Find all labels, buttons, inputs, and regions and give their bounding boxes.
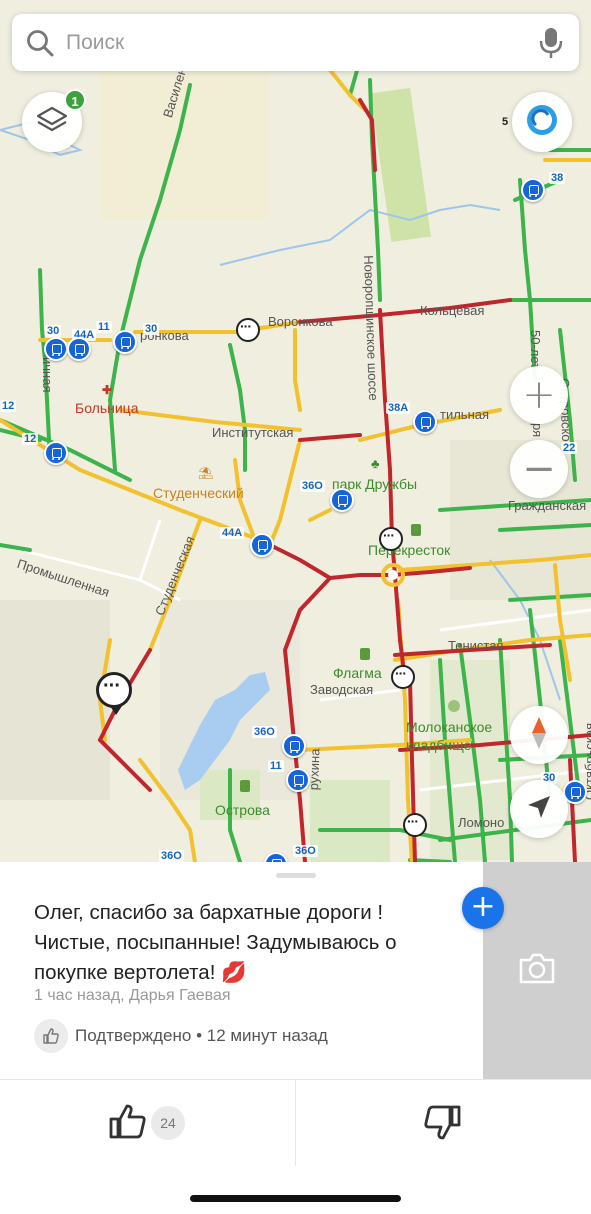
street-zavodskaya: Заводская xyxy=(310,682,374,697)
screen: Василенко Воронкова ронкова Кольцевая Но… xyxy=(0,0,591,1214)
poi-hospital[interactable]: Больница xyxy=(75,400,139,416)
poi-flagman[interactable]: Флагма xyxy=(333,665,382,681)
route-label: 12 xyxy=(0,400,17,412)
bus-stop-icon[interactable] xyxy=(413,410,437,434)
compass-button[interactable] xyxy=(510,706,568,764)
street-ya-suffix: ря xyxy=(530,423,545,438)
search-icon xyxy=(26,29,54,57)
add-comment-button[interactable]: + xyxy=(462,887,504,929)
route-label: 30 xyxy=(45,325,62,337)
home-indicator[interactable] xyxy=(190,1195,401,1202)
layers-icon xyxy=(35,105,69,140)
street-grazhdanskaya: Гражданская xyxy=(508,498,587,513)
route-label: 36О xyxy=(159,850,184,862)
street-50let: 50-лет xyxy=(528,330,543,370)
search-input[interactable] xyxy=(66,30,539,55)
street-lomonosova: Ломоно xyxy=(458,815,505,830)
plus-icon: + xyxy=(522,372,556,418)
road-event-marker[interactable] xyxy=(403,813,427,837)
shop-icon-ostrova xyxy=(240,780,250,792)
thumb-up-icon xyxy=(34,1019,68,1053)
route-label: 22 xyxy=(561,442,578,454)
bus-stop-icon[interactable] xyxy=(44,441,68,465)
compass-icon xyxy=(529,715,549,756)
poi-studencheskiy[interactable]: Студенческий xyxy=(153,485,244,501)
poi-cemetery[interactable]: Молоканское кладбище xyxy=(406,718,506,754)
street-institutskaya: Институтская xyxy=(212,425,294,440)
route-label: 30 xyxy=(143,323,160,335)
cemetery-icon xyxy=(448,700,460,712)
dislike-button[interactable] xyxy=(422,1102,462,1142)
shop-icon-flagman xyxy=(360,648,370,660)
comment-text: Олег, спасибо за бархатные дороги ! Чист… xyxy=(34,901,397,984)
comment-meta: 1 час назад, Дарья Гаевая xyxy=(34,987,231,1004)
bus-stop-icon[interactable] xyxy=(282,734,306,758)
street-tenistaya: Тенистая xyxy=(448,638,504,653)
poi-ostrova[interactable]: Острова xyxy=(215,802,270,818)
route-label: 36О xyxy=(252,726,277,738)
road-event-marker[interactable] xyxy=(391,665,415,689)
route-label: 38 xyxy=(549,172,566,184)
confirmed-status: Подтверждено • 12 минут назад xyxy=(34,1019,328,1053)
bus-stop-icon[interactable] xyxy=(44,337,68,361)
street-lichnaya: ичная xyxy=(40,357,55,393)
divider xyxy=(295,1080,296,1166)
route-label: 5 xyxy=(502,116,509,128)
street-koltsevaya: Кольцевая xyxy=(420,303,485,318)
street-tilnaya: тильная xyxy=(440,407,490,422)
park-icon: ♣ xyxy=(371,456,380,471)
road-event-marker[interactable] xyxy=(236,318,260,342)
beach-icon: ⛱ xyxy=(198,466,214,480)
search-bar[interactable] xyxy=(12,14,579,71)
like-button[interactable] xyxy=(108,1102,148,1142)
route-label: 36О xyxy=(300,480,325,492)
bus-stop-icon[interactable] xyxy=(113,330,137,354)
route-label: 44А xyxy=(220,527,245,539)
hospital-icon: ✚ xyxy=(102,383,113,397)
like-count: 24 xyxy=(151,1106,185,1140)
event-card: + Олег, спасибо за бархатные дороги ! Чи… xyxy=(0,862,591,1214)
route-label: 38А xyxy=(386,402,411,414)
route-label: 36О xyxy=(293,845,318,857)
assistant-button[interactable] xyxy=(512,92,572,152)
selected-road-event-marker[interactable] xyxy=(96,672,132,715)
microphone-icon[interactable] xyxy=(539,27,563,59)
route-label: 11 xyxy=(268,760,284,772)
bus-stop-icon[interactable] xyxy=(330,488,354,512)
sheet-grab-handle[interactable] xyxy=(276,873,316,878)
assistant-icon xyxy=(524,102,560,143)
plus-icon: + xyxy=(470,889,496,924)
bus-stop-icon[interactable] xyxy=(67,337,91,361)
shop-icon xyxy=(411,524,421,536)
minus-icon: − xyxy=(522,446,556,492)
route-label: 12 xyxy=(22,433,39,445)
bus-stop-icon[interactable] xyxy=(521,178,545,202)
map-view[interactable]: Василенко Воронкова ронкова Кольцевая Но… xyxy=(0,0,591,862)
my-location-button[interactable] xyxy=(510,780,568,838)
road-event-marker[interactable] xyxy=(379,527,403,551)
bus-stop-icon[interactable] xyxy=(250,533,274,557)
bus-stop-icon[interactable] xyxy=(286,768,310,792)
route-label: 11 xyxy=(96,321,112,333)
camera-icon xyxy=(517,951,557,990)
confirmed-text: Подтверждено • 12 минут назад xyxy=(75,1026,328,1045)
navigation-arrow-icon xyxy=(526,794,552,825)
zoom-out-button[interactable]: − xyxy=(510,440,568,498)
street-voronkova: Воронкова xyxy=(268,314,333,329)
layers-count-badge: 1 xyxy=(64,89,86,111)
zoom-in-button[interactable]: + xyxy=(510,366,568,424)
